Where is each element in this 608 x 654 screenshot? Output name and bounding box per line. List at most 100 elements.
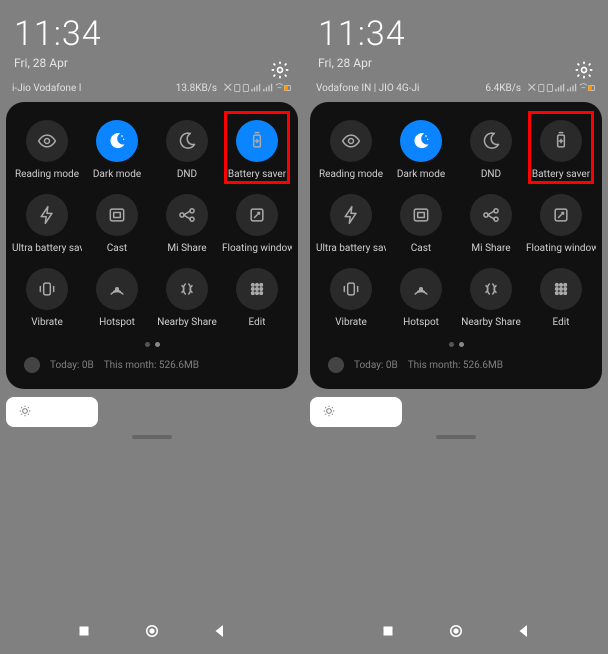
qs-tile-nearby[interactable]: Nearby Share (456, 264, 526, 332)
pagination-dots[interactable] (316, 332, 596, 353)
sun-icon (18, 403, 32, 422)
page-dot-active (155, 342, 160, 347)
navigation-bar (304, 622, 608, 644)
qs-tile-vibrate[interactable]: Vibrate (316, 264, 386, 332)
qs-grid: Reading mode Dark mode DND Battery saver… (316, 116, 596, 332)
qs-tile-eye[interactable]: Reading mode (12, 116, 82, 184)
hotspot-icon (400, 268, 442, 310)
tile-label: DND (481, 169, 501, 180)
qs-grid: Reading mode Dark mode DND Battery saver… (12, 116, 292, 332)
pagination-dots[interactable] (12, 332, 292, 353)
vibrate-icon (330, 268, 372, 310)
page-dot (449, 342, 454, 347)
quick-settings-panel: Reading mode Dark mode DND Battery saver… (6, 102, 298, 389)
tile-label: Hotspot (403, 317, 439, 328)
qs-tile-floating[interactable]: Floating window (222, 190, 292, 258)
moon-stars-icon (96, 120, 138, 162)
qs-tile-eye[interactable]: Reading mode (316, 116, 386, 184)
usage-month: This month: 526.6MB (104, 360, 199, 371)
phone-panel: 11:34 Fri, 28 Apr i-Jio Vodafone I 13.8K… (0, 0, 304, 654)
data-speed: 13.8KB/s (176, 83, 217, 94)
moon-icon (166, 120, 208, 162)
page-dot-active (459, 342, 464, 347)
data-usage-row[interactable]: Today: 0B This month: 526.6MB (12, 353, 292, 379)
cast-icon (96, 194, 138, 236)
qs-tile-bolt[interactable]: Ultra battery sav (316, 190, 386, 258)
tile-label: Floating window (222, 243, 292, 254)
nearby-icon (166, 268, 208, 310)
bolt-icon (26, 194, 68, 236)
tile-label: DND (177, 169, 197, 180)
status-area: 11:34 Fri, 28 Apr (0, 0, 304, 76)
moon-stars-icon (400, 120, 442, 162)
network-row: Vodafone IN | JIO 4G-Ji 6.4KB/s (304, 76, 608, 102)
settings-button[interactable] (574, 60, 594, 84)
drag-handle[interactable] (132, 435, 172, 439)
qs-tile-cast[interactable]: Cast (386, 190, 456, 258)
tile-label: Cast (411, 243, 431, 254)
qs-tile-hotspot[interactable]: Hotspot (386, 264, 456, 332)
data-usage-row[interactable]: Today: 0B This month: 526.6MB (316, 353, 596, 379)
back-button[interactable] (211, 622, 229, 644)
status-area: 11:34 Fri, 28 Apr (304, 0, 608, 76)
tile-label: Edit (249, 317, 266, 328)
tile-label: Dark mode (93, 169, 141, 180)
qs-tile-hotspot[interactable]: Hotspot (82, 264, 152, 332)
qs-tile-share[interactable]: Mi Share (152, 190, 222, 258)
phone-panel: 11:34 Fri, 28 Apr Vodafone IN | JIO 4G-J… (304, 0, 608, 654)
qs-tile-bolt[interactable]: Ultra battery sav (12, 190, 82, 258)
home-button[interactable] (447, 622, 465, 644)
usage-avatar-icon (24, 357, 40, 373)
floating-icon (540, 194, 582, 236)
recents-button[interactable] (75, 622, 93, 644)
tile-label: Vibrate (31, 317, 63, 328)
qs-tile-moon-stars[interactable]: Dark mode (386, 116, 456, 184)
usage-today: Today: 0B (354, 360, 398, 371)
qs-tile-vibrate[interactable]: Vibrate (12, 264, 82, 332)
home-button[interactable] (143, 622, 161, 644)
back-button[interactable] (515, 622, 533, 644)
qs-tile-share[interactable]: Mi Share (456, 190, 526, 258)
qs-tile-floating[interactable]: Floating window (526, 190, 596, 258)
qs-tile-moon[interactable]: DND (152, 116, 222, 184)
data-speed: 6.4KB/s (485, 83, 521, 94)
qs-tile-moon[interactable]: DND (456, 116, 526, 184)
date: Fri, 28 Apr (318, 56, 594, 70)
cast-icon (400, 194, 442, 236)
carrier-text: i-Jio Vodafone I (12, 83, 81, 94)
tile-label: Ultra battery sav (316, 243, 386, 254)
battery-icon (236, 120, 278, 162)
edit-icon (236, 268, 278, 310)
qs-tile-moon-stars[interactable]: Dark mode (82, 116, 152, 184)
drag-handle[interactable] (436, 435, 476, 439)
qs-tile-cast[interactable]: Cast (82, 190, 152, 258)
brightness-slider[interactable] (310, 397, 402, 427)
tile-label: Cast (107, 243, 127, 254)
tile-label: Vibrate (335, 317, 367, 328)
usage-avatar-icon (328, 357, 344, 373)
tile-label: Edit (553, 317, 570, 328)
recents-button[interactable] (379, 622, 397, 644)
qs-tile-edit[interactable]: Edit (526, 264, 596, 332)
quick-settings-panel: Reading mode Dark mode DND Battery saver… (310, 102, 602, 389)
eye-icon (26, 120, 68, 162)
navigation-bar (0, 622, 304, 644)
tile-label: Ultra battery sav (12, 243, 82, 254)
tile-label: Battery saver (532, 169, 590, 180)
tile-label: Battery saver (228, 169, 286, 180)
settings-button[interactable] (270, 60, 290, 84)
tile-label: Reading mode (15, 169, 79, 180)
nearby-icon (470, 268, 512, 310)
qs-tile-edit[interactable]: Edit (222, 264, 292, 332)
date: Fri, 28 Apr (14, 56, 290, 70)
qs-tile-battery[interactable]: Battery saver (222, 116, 292, 184)
qs-tile-nearby[interactable]: Nearby Share (152, 264, 222, 332)
bolt-icon (330, 194, 372, 236)
share-icon (166, 194, 208, 236)
brightness-slider[interactable] (6, 397, 98, 427)
clock: 11:34 (318, 14, 594, 54)
battery-icon (540, 120, 582, 162)
qs-tile-battery[interactable]: Battery saver (526, 116, 596, 184)
tile-label: Nearby Share (157, 317, 217, 328)
tile-label: Dark mode (397, 169, 445, 180)
